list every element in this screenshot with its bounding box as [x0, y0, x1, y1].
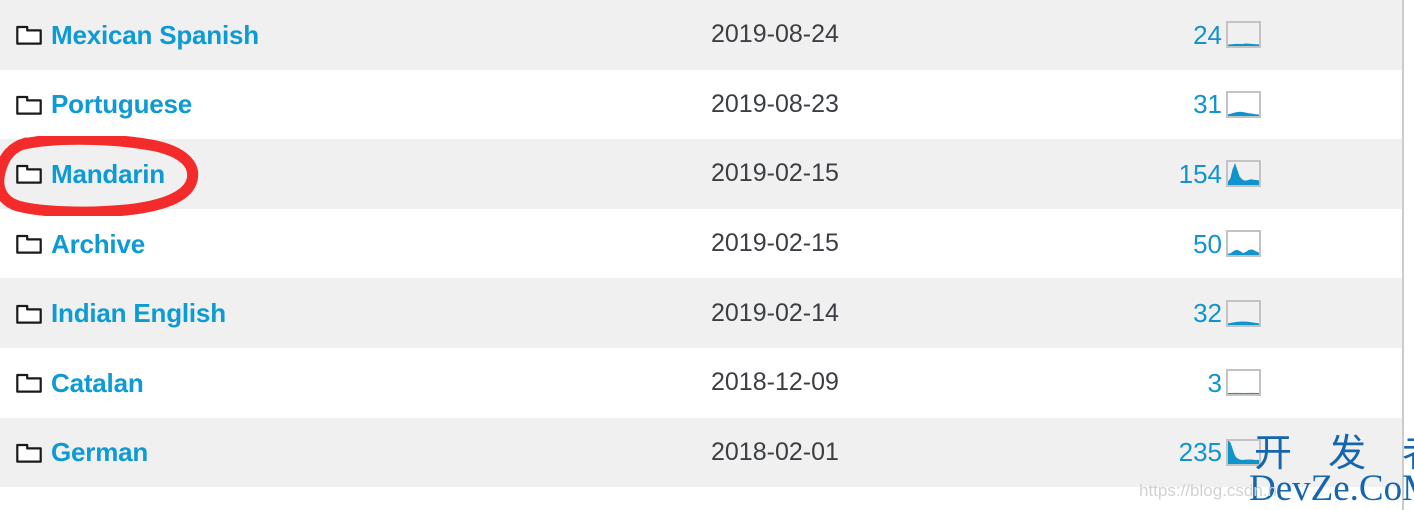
file-date-cell: 2019-08-23	[711, 89, 839, 118]
file-date-cell: 2018-02-01	[711, 437, 839, 466]
folder-link[interactable]: Mexican Spanish	[51, 22, 259, 48]
folder-link[interactable]: Indian English	[51, 300, 226, 326]
table-row[interactable]: Portuguese 2019-08-23 31	[0, 69, 1402, 140]
file-count-cell: 235	[1178, 437, 1222, 468]
file-count-cell: 32	[1193, 298, 1222, 329]
table-row[interactable]: Mexican Spanish 2019-08-24 24	[0, 0, 1402, 70]
file-date-cell: 2019-02-14	[711, 298, 839, 327]
sparkline-thumbnail[interactable]	[1226, 369, 1261, 397]
folder-link[interactable]: Catalan	[51, 370, 144, 396]
file-name-cell[interactable]: German	[16, 439, 148, 465]
file-count-cell: 3	[1207, 367, 1222, 398]
sparkline-thumbnail[interactable]	[1226, 90, 1261, 118]
folder-icon	[16, 372, 42, 393]
file-name-cell[interactable]: Portuguese	[16, 91, 192, 117]
table-row[interactable]: Indian English 2019-02-14 32	[0, 278, 1402, 348]
file-count-cell: 31	[1193, 89, 1222, 120]
file-count-cell: 154	[1178, 158, 1222, 189]
file-name-cell[interactable]: Mandarin	[16, 161, 165, 187]
sparkline-thumbnail[interactable]	[1226, 21, 1261, 49]
sparkline-thumbnail[interactable]	[1226, 299, 1261, 327]
folder-icon	[16, 303, 42, 324]
file-date-cell: 2019-08-24	[711, 20, 839, 49]
folder-link[interactable]: Archive	[51, 231, 145, 257]
file-date-cell: 2019-02-15	[711, 159, 839, 188]
file-count-cell: 50	[1193, 228, 1222, 259]
file-list-table: Mexican Spanish 2019-08-24 24 Portuguese 201…	[0, 0, 1404, 510]
sparkline-thumbnail[interactable]	[1226, 160, 1261, 188]
file-browser-screenshot: Mexican Spanish 2019-08-24 24 Portuguese 201…	[0, 0, 1414, 510]
file-name-cell[interactable]: Catalan	[16, 370, 144, 396]
table-row[interactable]: Catalan 2018-12-09 3	[0, 347, 1402, 418]
watermark-chinese-text: 开 发 者	[1254, 431, 1414, 475]
folder-icon	[16, 94, 42, 115]
file-count-cell: 24	[1193, 19, 1222, 50]
folder-icon	[16, 163, 42, 185]
table-row[interactable]: German 2018-02-01 235	[0, 417, 1402, 488]
folder-icon	[16, 442, 42, 463]
watermark-faint-url: https://blog.csdn.n	[1139, 481, 1277, 500]
file-name-cell[interactable]: Archive	[16, 231, 145, 257]
file-name-cell[interactable]: Mexican Spanish	[16, 22, 259, 48]
folder-link[interactable]: German	[51, 439, 148, 465]
folder-link[interactable]: Mandarin	[51, 161, 165, 187]
file-date-cell: 2019-02-15	[711, 229, 839, 258]
folder-icon	[16, 24, 42, 45]
folder-icon	[16, 233, 42, 254]
folder-link[interactable]: Portuguese	[51, 91, 192, 117]
sparkline-thumbnail[interactable]	[1226, 230, 1261, 258]
table-row[interactable]: Mandarin 2019-02-15 154	[0, 139, 1402, 209]
table-row[interactable]: Archive 2019-02-15 50	[0, 208, 1402, 279]
file-name-cell[interactable]: Indian English	[16, 300, 226, 326]
file-date-cell: 2018-12-09	[711, 368, 839, 397]
